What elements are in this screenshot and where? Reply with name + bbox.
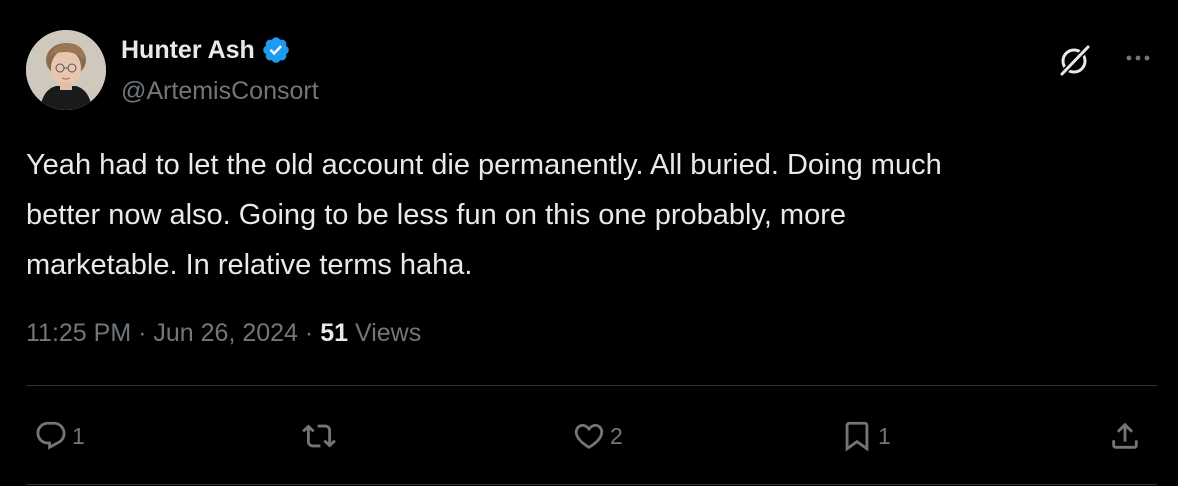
tweet-time-link[interactable]: 11:25 PM · Jun 26, 2024	[26, 319, 298, 347]
meta-separator: ·	[138, 319, 147, 347]
share-button[interactable]	[1108, 416, 1142, 456]
tweet-time: 11:25 PM	[26, 319, 132, 347]
like-count: 2	[610, 423, 623, 449]
heart-icon	[574, 423, 604, 449]
more-icon[interactable]	[1121, 44, 1157, 72]
tweet-meta: 11:25 PM · Jun 26, 2024 · 51 Views	[26, 315, 421, 351]
views-link[interactable]: 51 Views	[320, 319, 421, 347]
views-count: 51	[320, 319, 349, 347]
reply-button[interactable]: 1	[34, 416, 85, 456]
tweet-text: Yeah had to let the old account die perm…	[26, 149, 942, 281]
meta-separator: ·	[304, 319, 314, 347]
grok-icon[interactable]	[1057, 42, 1093, 78]
verified-badge-icon	[261, 35, 291, 65]
bottom-divider	[26, 484, 1157, 485]
avatar[interactable]	[26, 30, 106, 110]
author-display-name[interactable]: Hunter Ash	[121, 34, 291, 66]
reply-count: 1	[72, 423, 85, 449]
tweet-date: Jun 26, 2024	[153, 319, 298, 347]
bookmark-button[interactable]: 1	[840, 416, 891, 456]
retweet-icon	[302, 424, 336, 448]
share-icon	[1112, 422, 1138, 449]
retweet-button[interactable]	[302, 416, 340, 456]
divider	[26, 385, 1157, 386]
avatar-image	[26, 30, 106, 110]
reply-icon	[36, 421, 66, 450]
bookmark-count: 1	[878, 423, 891, 449]
tweet-card: Hunter Ash @ArtemisConsort Yeah had to l…	[0, 0, 1178, 486]
author-name-text: Hunter Ash	[121, 36, 255, 64]
like-button[interactable]: 2	[572, 416, 623, 456]
views-label: Views	[354, 319, 422, 347]
author-handle[interactable]: @ArtemisConsort	[121, 75, 319, 107]
bookmark-icon	[845, 421, 869, 452]
